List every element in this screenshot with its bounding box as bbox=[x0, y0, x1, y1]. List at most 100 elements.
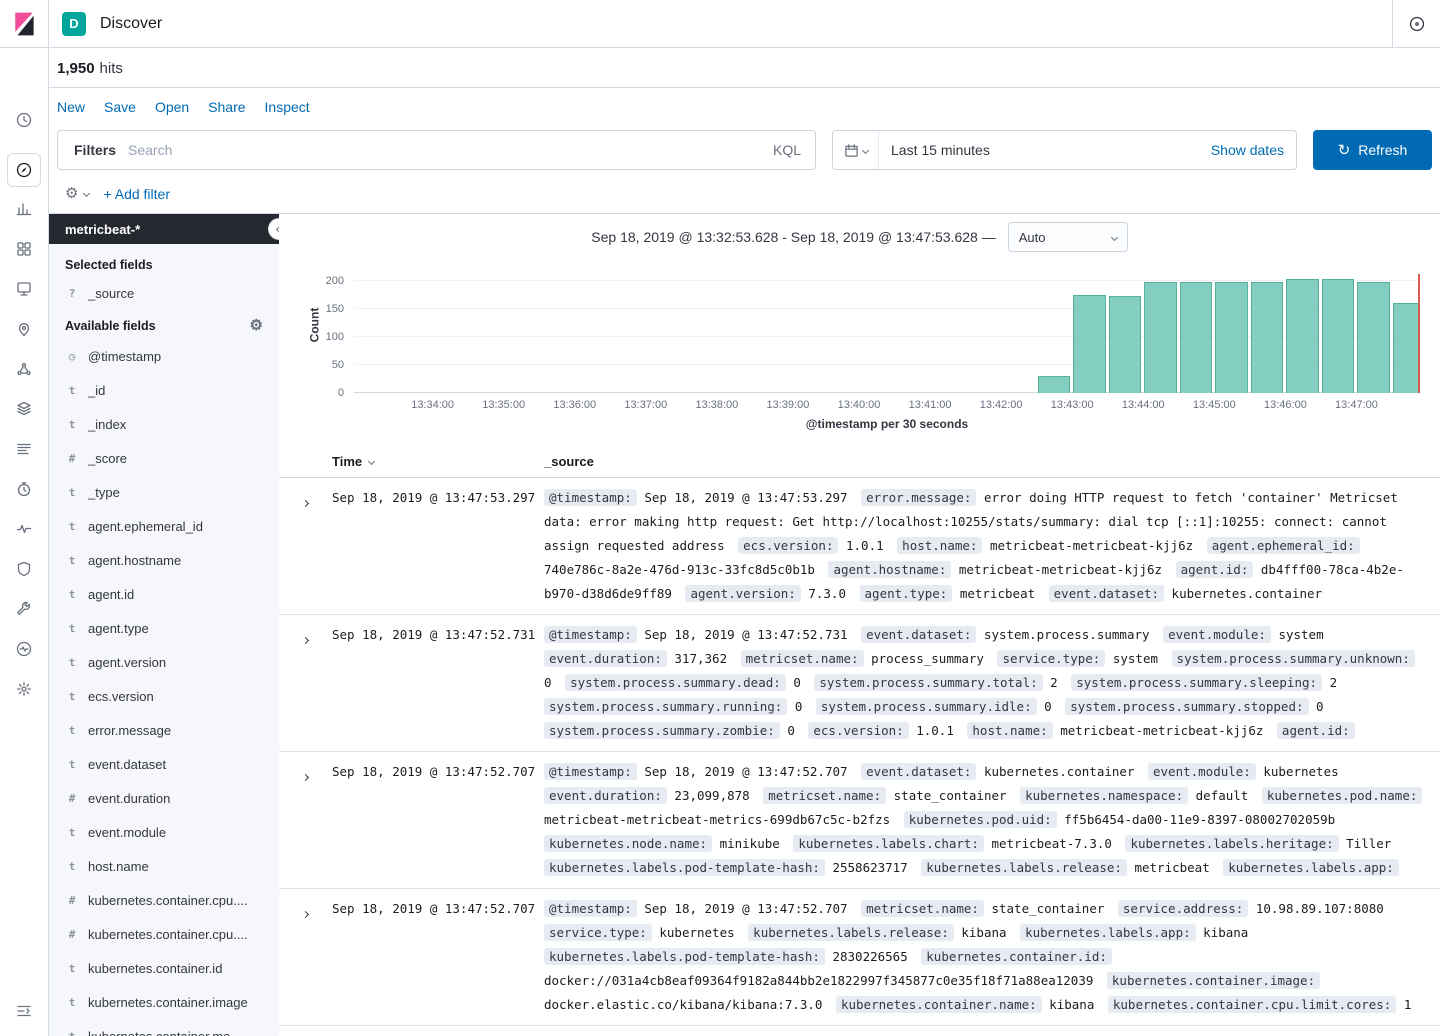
kql-button[interactable]: KQL bbox=[759, 142, 815, 158]
nav-item-canvas[interactable] bbox=[7, 272, 41, 306]
histogram-bar[interactable] bbox=[1286, 279, 1319, 393]
nav-item-management[interactable] bbox=[7, 672, 41, 706]
field-item-_type[interactable]: t _type bbox=[49, 475, 279, 509]
y-tick-label: 0 bbox=[337, 387, 344, 399]
nav-item-siem[interactable] bbox=[7, 552, 41, 586]
show-dates-button[interactable]: Show dates bbox=[1211, 142, 1296, 158]
histogram-bar[interactable] bbox=[1144, 281, 1177, 393]
expand-row-button[interactable] bbox=[301, 630, 310, 648]
help-button[interactable] bbox=[1393, 0, 1440, 47]
menu-item-share[interactable]: Share bbox=[208, 99, 245, 115]
nav-item-apm[interactable] bbox=[7, 472, 41, 506]
source-field-badge: system.process.summary.idle: bbox=[815, 698, 1037, 715]
source-field-value: 23,099,878 bbox=[674, 788, 750, 803]
field-item-event.dataset[interactable]: t event.dataset bbox=[49, 747, 279, 781]
nav-item-dev-tools[interactable] bbox=[7, 592, 41, 626]
histogram-bar[interactable] bbox=[1393, 303, 1419, 393]
nav-item-uptime[interactable] bbox=[7, 512, 41, 546]
field-item-kubernetes.container.id[interactable]: t kubernetes.container.id bbox=[49, 951, 279, 985]
field-item-@timestamp[interactable]: ◷ @timestamp bbox=[49, 339, 279, 373]
field-item-ecs.version[interactable]: t ecs.version bbox=[49, 679, 279, 713]
x-tick-label: 13:35:00 bbox=[482, 399, 526, 411]
histogram-bar[interactable] bbox=[1321, 279, 1355, 393]
field-item-agent.ephemeral_id[interactable]: t agent.ephemeral_id bbox=[49, 509, 279, 543]
nav-item-recently-viewed[interactable] bbox=[7, 103, 41, 137]
expand-row-button[interactable] bbox=[301, 767, 310, 785]
field-settings-button[interactable]: ⚙ bbox=[250, 318, 263, 333]
nav-item-dashboard[interactable] bbox=[7, 232, 41, 266]
histogram-bar[interactable] bbox=[1357, 281, 1390, 393]
histogram-bar[interactable] bbox=[1108, 296, 1142, 393]
histogram-bar[interactable] bbox=[1037, 376, 1071, 393]
source-field-badge: metricset.name: bbox=[740, 650, 864, 667]
field-item-agent.type[interactable]: t agent.type bbox=[49, 611, 279, 645]
index-pattern-header[interactable]: metricbeat-* bbox=[49, 214, 279, 244]
collapse-nav-button[interactable] bbox=[7, 994, 41, 1028]
nav-item-logs[interactable] bbox=[7, 432, 41, 466]
field-item-_score[interactable]: # _score bbox=[49, 441, 279, 475]
field-item-_source[interactable]: ? _source bbox=[49, 278, 279, 308]
source-field-pair: system.process.summary.stopped: 0 bbox=[1065, 698, 1324, 715]
filters-button[interactable]: Filters bbox=[58, 142, 128, 158]
field-type-string-icon: t bbox=[68, 757, 76, 771]
source-field-badge: system.process.summary.total: bbox=[814, 674, 1043, 691]
field-item-agent.id[interactable]: t agent.id bbox=[49, 577, 279, 611]
field-item-error.message[interactable]: t error.message bbox=[49, 713, 279, 747]
field-item-host.name[interactable]: t host.name bbox=[49, 849, 279, 883]
field-type-number-icon: # bbox=[68, 451, 76, 465]
nav-item-machine-learning[interactable] bbox=[7, 352, 41, 386]
source-field-pair: system.process.summary.idle: 0 bbox=[815, 698, 1052, 715]
expand-row-button[interactable] bbox=[301, 493, 310, 511]
time-range-value[interactable]: Last 15 minutes bbox=[879, 142, 1211, 158]
source-field-value: 0 bbox=[1316, 699, 1324, 714]
expand-row-button[interactable] bbox=[301, 904, 310, 922]
histogram-bar[interactable] bbox=[1250, 281, 1284, 393]
field-item-_index[interactable]: t _index bbox=[49, 407, 279, 441]
nav-item-discover[interactable] bbox=[7, 153, 41, 187]
histogram-bar[interactable] bbox=[1215, 281, 1248, 393]
interval-select[interactable]: Auto bbox=[1007, 222, 1128, 252]
menu-item-save[interactable]: Save bbox=[104, 99, 136, 115]
space-avatar[interactable]: D bbox=[62, 11, 86, 36]
source-field-badge: system.process.summary.sleeping: bbox=[1071, 674, 1323, 691]
histogram-bar[interactable] bbox=[1073, 294, 1106, 393]
field-list: ◷ @timestamp t _id t _index # _score t _type t agen… bbox=[49, 339, 279, 1036]
menu-item-open[interactable]: Open bbox=[155, 99, 189, 115]
add-filter-button[interactable]: + Add filter bbox=[103, 186, 170, 202]
menu-item-inspect[interactable]: Inspect bbox=[265, 99, 310, 115]
refresh-button[interactable]: ↻ Refresh bbox=[1313, 130, 1432, 170]
field-item-event.duration[interactable]: # event.duration bbox=[49, 781, 279, 815]
source-field-badge: agent.id: bbox=[1276, 722, 1355, 739]
quick-select-button[interactable] bbox=[833, 131, 879, 169]
x-tick-label: 13:39:00 bbox=[766, 399, 810, 411]
nav-item-infrastructure[interactable] bbox=[7, 392, 41, 426]
x-tick-label: 13:38:00 bbox=[695, 399, 739, 411]
filter-options-button[interactable]: ⚙ bbox=[65, 185, 78, 203]
nav-item-visualize[interactable] bbox=[7, 192, 41, 226]
chevron-down-icon bbox=[861, 146, 869, 154]
field-item-kubernetes.container.cpu....[interactable]: # kubernetes.container.cpu.... bbox=[49, 917, 279, 951]
x-tick-label: 13:46:00 bbox=[1263, 399, 1307, 411]
kibana-logo[interactable] bbox=[0, 0, 49, 47]
field-type-string-icon: t bbox=[68, 485, 76, 499]
histogram-bar[interactable] bbox=[1179, 281, 1213, 393]
search-input[interactable] bbox=[128, 142, 759, 158]
time-column-header[interactable]: Time bbox=[332, 454, 544, 469]
chevron-down-icon bbox=[83, 189, 91, 198]
field-item-kubernetes.container.image[interactable]: t kubernetes.container.image bbox=[49, 985, 279, 1019]
field-item-_id[interactable]: t _id bbox=[49, 373, 279, 407]
source-field-badge: kubernetes.container.image: bbox=[1106, 972, 1321, 989]
field-item-agent.version[interactable]: t agent.version bbox=[49, 645, 279, 679]
field-name: agent.version bbox=[88, 654, 167, 670]
menu-item-new[interactable]: New bbox=[57, 99, 85, 115]
source-cell: @timestamp: Sep 18, 2019 @ 13:47:52.707 … bbox=[544, 897, 1424, 1017]
field-item-kubernetes.container.me[interactable]: t kubernetes.container.me bbox=[49, 1019, 279, 1036]
nav-item-maps[interactable] bbox=[7, 312, 41, 346]
field-item-event.module[interactable]: t event.module bbox=[49, 815, 279, 849]
maps-icon bbox=[18, 323, 30, 337]
field-item-kubernetes.container.cpu....[interactable]: # kubernetes.container.cpu.... bbox=[49, 883, 279, 917]
nav-item-stack-monitoring[interactable] bbox=[7, 632, 41, 666]
source-field-pair: metricset.name: state_container bbox=[763, 787, 1007, 804]
field-item-agent.hostname[interactable]: t agent.hostname bbox=[49, 543, 279, 577]
source-field-value: Sep 18, 2019 @ 13:47:53.297 bbox=[644, 490, 848, 505]
